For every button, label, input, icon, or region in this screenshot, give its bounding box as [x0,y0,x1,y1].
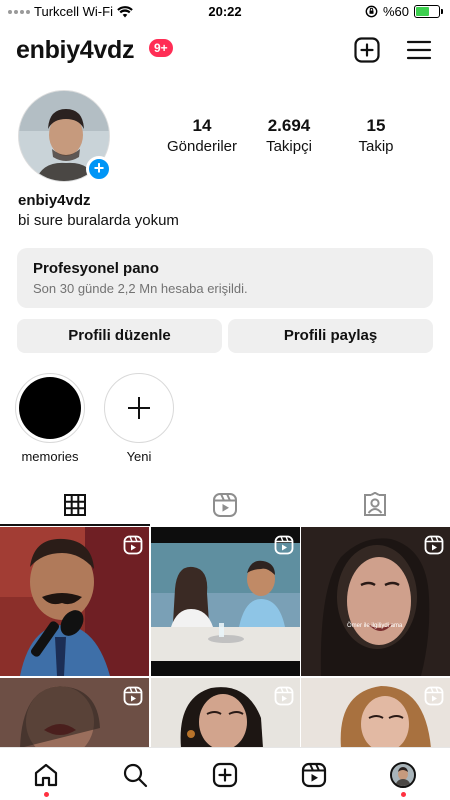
highlight-new[interactable]: Yeni [104,373,174,464]
search-icon [123,763,148,788]
stat-following[interactable]: 15 Takip [326,116,426,155]
plus-icon [128,397,150,419]
stat-value: 2.694 [267,116,311,135]
stat-posts[interactable]: 14 Gönderiler [152,116,252,155]
active-tab-indicator [0,524,150,526]
username-switcher[interactable]: enbiy4vdz [16,36,134,65]
highlight-cover[interactable] [15,373,85,443]
reel-indicator-icon [274,535,293,555]
add-post-icon[interactable] [353,36,381,64]
bottom-navigation [0,747,450,800]
stat-label: Takip [358,138,394,155]
nav-search[interactable] [120,760,150,790]
stat-value: 15 [366,116,386,135]
post-thumbnail[interactable] [150,677,300,748]
profile-avatar-container[interactable]: + [18,90,112,182]
stat-followers[interactable]: 2.694 Takipçi [239,116,339,155]
highlight-label: memories [21,449,79,464]
profile-header: enbiy4vdz 9+ [0,28,450,72]
nav-profile[interactable] [388,760,418,790]
reel-indicator-icon [123,686,143,705]
home-icon [34,763,58,787]
post-caption: Ömer ile ilgiliydi ama [347,623,403,629]
post-thumbnail[interactable] [150,527,300,676]
reel-indicator-icon [424,535,444,555]
posts-grid: Ömer ile ilgiliydi ama [0,527,450,748]
nav-reels[interactable] [299,760,329,790]
reels-icon [213,493,237,517]
dashboard-title: Profesyonel pano [33,260,159,277]
share-profile-button[interactable]: Profili paylaş [228,319,433,353]
battery-percent: %60 [382,4,409,19]
profile-avatar [390,762,416,788]
post-thumbnail[interactable] [301,677,450,748]
reel-indicator-icon [123,535,143,555]
stat-label: Gönderiler [166,138,238,155]
new-highlight-circle[interactable] [104,373,174,443]
reel-indicator-icon [424,686,444,705]
stat-label: Takipçi [266,138,312,155]
reels-icon [301,762,327,788]
highlight-memories[interactable]: memories [15,373,85,464]
notification-badge[interactable]: 9+ [149,39,173,57]
home-notification-dot [44,792,49,797]
professional-dashboard[interactable]: Profesyonel pano Son 30 günde 2,2 Mn hes… [17,248,433,308]
menu-icon[interactable] [405,36,433,64]
post-thumbnail[interactable] [0,677,149,748]
highlight-label: Yeni [126,449,152,464]
nav-create[interactable] [210,760,240,790]
battery-icon [414,5,443,18]
profile-tabs [0,484,450,526]
tab-tagged[interactable] [300,484,450,526]
bio: bi sure buralarda yokum [18,212,179,229]
edit-profile-button[interactable]: Profili düzenle [17,319,222,353]
add-story-icon[interactable]: + [86,156,112,182]
tagged-icon [364,492,386,516]
create-icon [212,762,238,788]
nav-home[interactable] [31,760,61,790]
reel-indicator-icon [274,686,293,705]
tab-grid[interactable] [0,484,150,526]
status-right: %60 [365,4,443,19]
grid-icon [64,494,86,516]
post-thumbnail[interactable]: Ömer ile ilgiliydi ama [301,527,450,676]
display-name: enbiy4vdz [18,192,91,209]
post-thumbnail[interactable] [0,527,149,676]
profile-notification-dot [401,792,406,797]
stat-value: 14 [192,116,212,135]
tab-reels[interactable] [150,484,300,526]
dashboard-subtitle: Son 30 günde 2,2 Mn hesaba erişildi. [33,281,248,296]
orientation-lock-icon [365,5,378,18]
status-bar: Turkcell Wi-Fi 20:22 %60 [0,0,450,24]
